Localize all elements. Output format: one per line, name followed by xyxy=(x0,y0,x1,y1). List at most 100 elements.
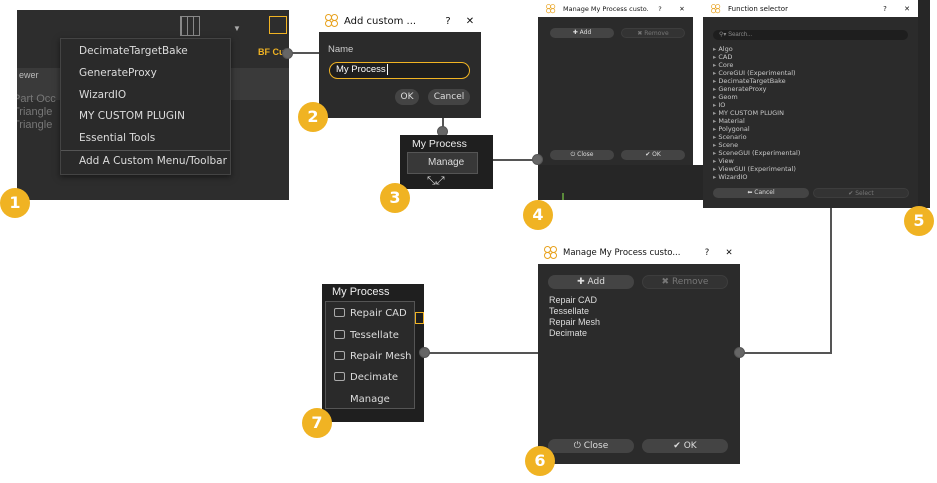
ok-button[interactable]: ✔ OK xyxy=(621,150,685,160)
function-item[interactable]: SceneGUI (Experimental) xyxy=(713,149,800,157)
process-item[interactable]: Repair CAD xyxy=(549,295,597,305)
manage-title: Manage My Process custo... xyxy=(563,248,681,258)
my-process-menu-expanded: My Process Repair CAD Tessellate Repair … xyxy=(322,284,424,422)
cube-icon[interactable] xyxy=(269,16,287,34)
remove-label: Remove xyxy=(671,277,709,287)
ok-button[interactable]: OK xyxy=(395,89,419,105)
search-icon: ⚲▾ xyxy=(719,32,727,38)
viewport-edge xyxy=(918,0,930,208)
name-input[interactable]: My Process xyxy=(329,62,470,79)
manage-title: Manage My Process custo... xyxy=(563,4,649,13)
manage-dialog-empty: Manage My Process custo... ? ✕ ✚ Add ✖ R… xyxy=(538,0,693,165)
function-item[interactable]: Polygonal xyxy=(713,125,749,133)
cancel-button[interactable]: Cancel xyxy=(428,89,470,105)
remove-button[interactable]: ✖ Remove xyxy=(621,28,685,38)
menu-item-add-custom-menu[interactable]: Add A Custom Menu/Toolbar xyxy=(79,155,227,167)
function-item[interactable]: CAD xyxy=(713,53,732,61)
connector-5-6-v xyxy=(830,208,832,354)
help-icon[interactable]: ? xyxy=(649,5,671,13)
function-item[interactable]: View xyxy=(713,157,733,165)
chevron-down-icon[interactable]: ▼ xyxy=(233,24,241,33)
app-logo-icon xyxy=(544,246,558,260)
close-button[interactable]: ⏻ Close xyxy=(550,150,614,160)
app-logo-icon xyxy=(325,14,339,28)
menu-item-wizardio[interactable]: WizardIO xyxy=(79,89,126,101)
function-item[interactable]: WizardIO xyxy=(713,173,747,181)
function-item[interactable]: Scene xyxy=(713,141,738,149)
add-custom-dialog: Add custom ... ? ✕ Name My Process OK Ca… xyxy=(319,10,481,118)
process-menu-item-decimate[interactable]: Decimate xyxy=(334,372,398,383)
close-label: Close xyxy=(583,441,609,451)
function-item[interactable]: GenerateProxy xyxy=(713,85,766,93)
function-selector-title: Function selector xyxy=(728,4,788,13)
help-icon[interactable]: ? xyxy=(696,248,718,258)
function-selector-dialog: Function selector ? ✕ ⚲▾ Search... Algo … xyxy=(703,0,918,208)
add-button[interactable]: ✚ Add xyxy=(550,28,614,38)
add-label: Add xyxy=(587,277,605,287)
close-icon[interactable]: ✕ xyxy=(896,5,918,13)
add-label: Add xyxy=(579,29,592,36)
remove-button[interactable]: ✖ Remove xyxy=(642,275,728,289)
process-item[interactable]: Tessellate xyxy=(549,306,589,316)
function-item[interactable]: MY CUSTOM PLUGIN xyxy=(713,109,784,117)
function-item[interactable]: Material xyxy=(713,117,744,125)
help-icon[interactable]: ? xyxy=(437,16,459,27)
function-item[interactable]: Algo xyxy=(713,45,732,53)
viewport-backdrop xyxy=(538,165,703,200)
function-item[interactable]: ViewGUI (Experimental) xyxy=(713,165,796,173)
menu-item-decimatetargetbake[interactable]: DecimateTargetBake xyxy=(79,45,188,57)
bg-text-2: Triangle xyxy=(17,106,53,118)
connector-dot-7 xyxy=(419,347,430,358)
viewport-cube-icon xyxy=(415,312,424,324)
ok-button[interactable]: ✔ OK xyxy=(642,439,728,453)
menu-item-essential-tools[interactable]: Essential Tools xyxy=(79,132,155,144)
cursor-move-icon: ⤡⤢ xyxy=(427,175,445,187)
viewport-axis xyxy=(562,193,564,200)
function-item[interactable]: CoreGUI (Experimental) xyxy=(713,69,795,77)
menu-title[interactable]: My Process xyxy=(412,138,467,150)
menu-item-my-custom-plugin[interactable]: MY CUSTOM PLUGIN xyxy=(79,110,185,122)
repair-cad-icon xyxy=(334,308,345,317)
step-badge-5: 5 xyxy=(904,206,934,236)
close-icon[interactable]: ✕ xyxy=(459,16,481,27)
close-button[interactable]: ⏻ Close xyxy=(548,439,634,453)
process-item[interactable]: Repair Mesh xyxy=(549,317,600,327)
process-menu-item-tessellate[interactable]: Tessellate xyxy=(334,330,399,341)
function-item[interactable]: Geom xyxy=(713,93,737,101)
function-item[interactable]: Core xyxy=(713,61,733,69)
process-menu-item-repair-mesh[interactable]: Repair Mesh xyxy=(334,351,412,362)
help-icon[interactable]: ? xyxy=(874,5,896,13)
connector-dot-4 xyxy=(532,154,543,165)
app-logo-icon xyxy=(711,3,721,14)
dialog-title: Add custom ... xyxy=(344,15,417,27)
plugin-dropdown-menu: DecimateTargetBake GenerateProxy WizardI… xyxy=(60,38,231,175)
tessellate-icon xyxy=(334,330,345,339)
viewer-tab-label[interactable]: ewer xyxy=(19,70,39,80)
step-badge-1: 1 xyxy=(0,188,30,218)
close-label: Close xyxy=(577,151,594,158)
menu-item-generateproxy[interactable]: GenerateProxy xyxy=(79,67,157,79)
add-button[interactable]: ✚ Add xyxy=(548,275,634,289)
connector-5-6-h xyxy=(740,352,832,354)
function-item[interactable]: IO xyxy=(713,101,725,109)
close-icon[interactable]: ✕ xyxy=(671,5,693,13)
ok-label: OK xyxy=(683,441,697,451)
manage-menu-item[interactable]: Manage xyxy=(407,152,478,174)
menu-title[interactable]: My Process xyxy=(332,286,389,298)
select-button[interactable]: ✔ Select xyxy=(813,188,909,198)
function-item[interactable]: DecimateTargetBake xyxy=(713,77,785,85)
function-selector-titlebar: Function selector ? ✕ xyxy=(703,0,918,17)
search-input[interactable]: ⚲▾ Search... xyxy=(713,30,908,40)
manage-dialog-filled: Manage My Process custo... ? ✕ ✚ Add ✖ R… xyxy=(538,242,740,464)
cancel-label: Cancel xyxy=(754,189,775,196)
process-item[interactable]: Decimate xyxy=(549,328,587,338)
process-dropdown: Repair CAD Tessellate Repair Mesh Decima… xyxy=(325,301,415,409)
grid-icon[interactable] xyxy=(180,16,200,36)
select-label: Select xyxy=(855,190,874,197)
decimate-icon xyxy=(334,372,345,381)
manage-label[interactable]: Manage xyxy=(350,394,390,405)
cancel-button[interactable]: ⬅ Cancel xyxy=(713,188,809,198)
process-menu-item-repair-cad[interactable]: Repair CAD xyxy=(334,308,407,319)
close-icon[interactable]: ✕ xyxy=(718,248,740,258)
function-item[interactable]: Scenario xyxy=(713,133,746,141)
